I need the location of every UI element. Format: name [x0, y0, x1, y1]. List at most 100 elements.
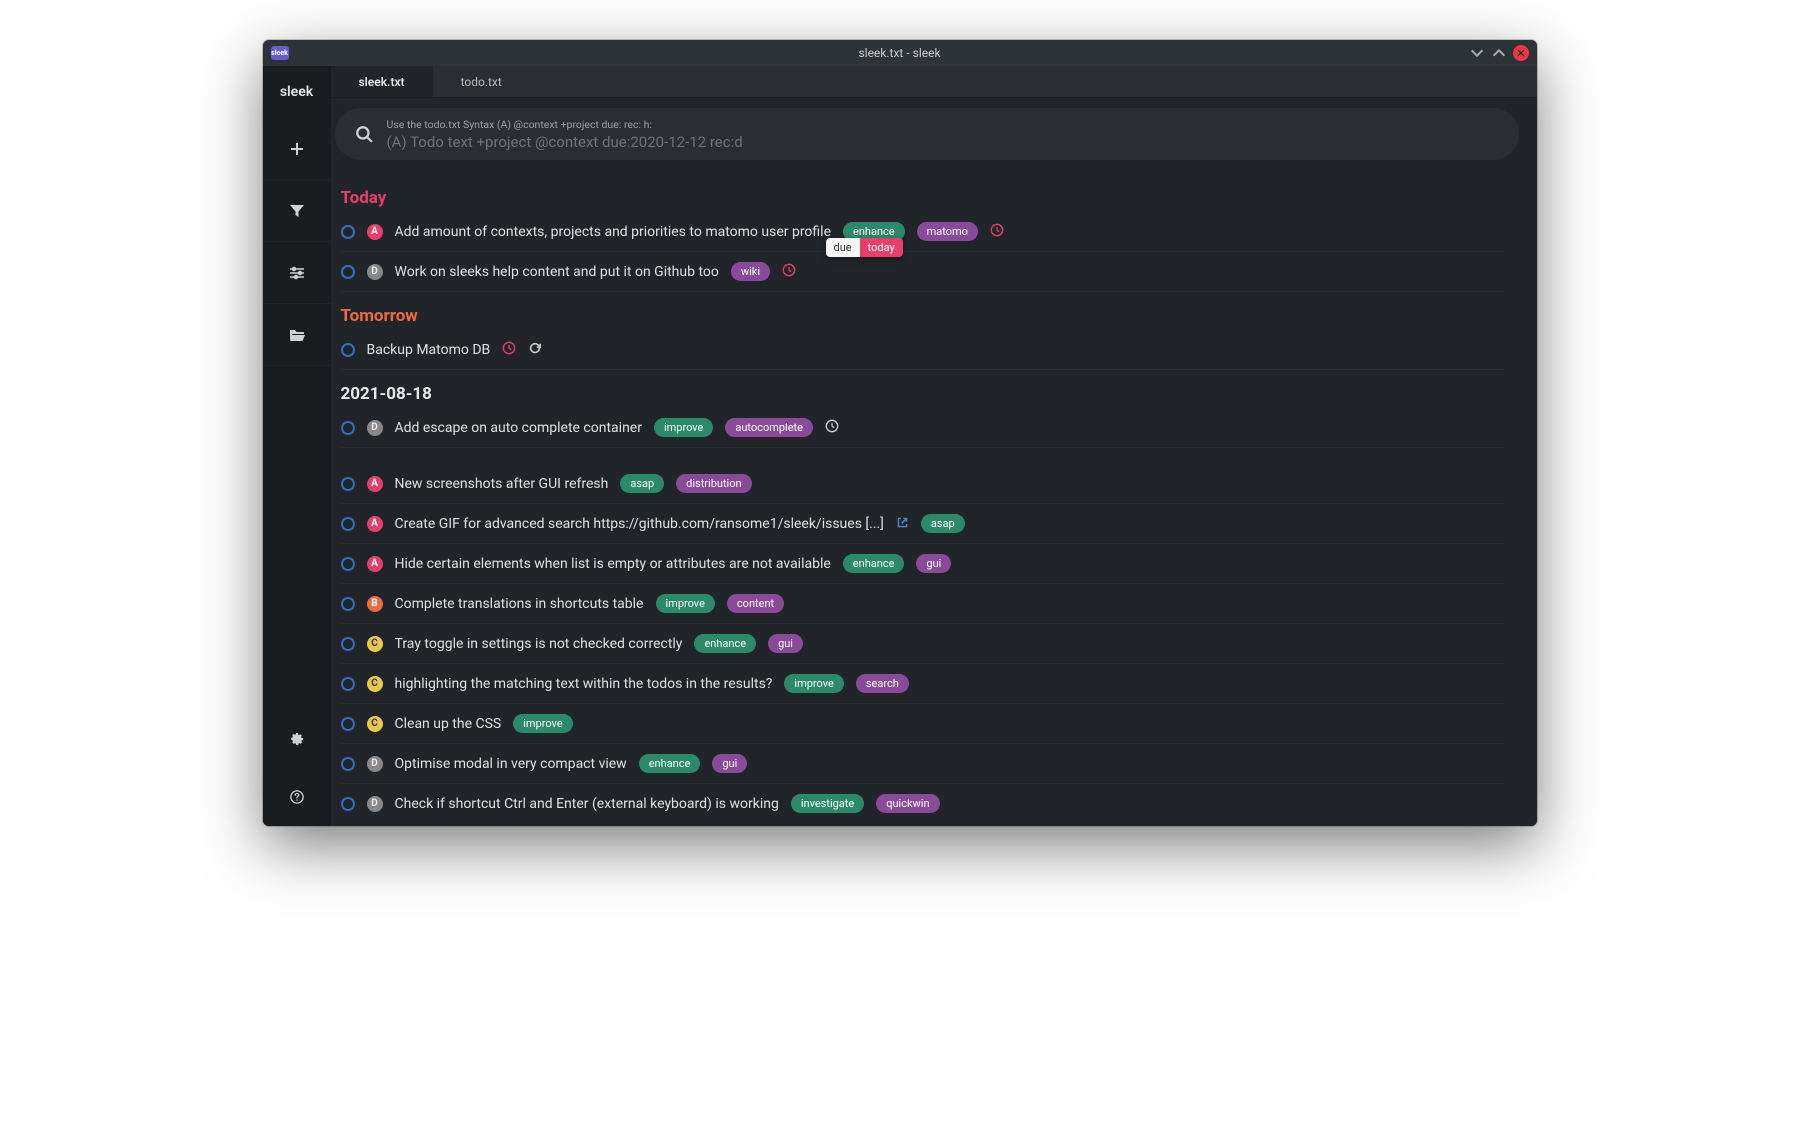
tag[interactable]: quickwin [876, 794, 939, 813]
tag[interactable]: improve [656, 594, 715, 613]
tag[interactable]: investigate [791, 794, 864, 813]
todo-checkbox[interactable] [341, 557, 355, 571]
due-icon [782, 262, 796, 281]
titlebar: sleek sleek.txt - sleek [263, 40, 1537, 66]
tag[interactable]: autocomplete [725, 418, 813, 437]
settings-button[interactable] [263, 710, 331, 768]
todo-list[interactable]: Today A Add amount of contexts, projects a… [331, 170, 1537, 826]
todo-row[interactable]: CTray toggle in settings is not checked … [341, 624, 1505, 664]
minimize-button[interactable] [1469, 45, 1485, 61]
todo-checkbox[interactable] [341, 517, 355, 531]
todo-checkbox[interactable] [341, 477, 355, 491]
priority-badge: A [367, 476, 383, 492]
external-link-icon[interactable] [896, 514, 909, 533]
group-header: Tomorrow [341, 306, 1505, 326]
todo-checkbox[interactable] [341, 343, 355, 357]
priority-badge: D [367, 420, 383, 436]
tag[interactable]: gui [712, 754, 747, 773]
tag[interactable]: enhance [639, 754, 701, 773]
priority-badge: C [367, 636, 383, 652]
due-tooltip: duetoday [826, 238, 903, 257]
tag[interactable]: distribution [676, 474, 751, 493]
todo-checkbox[interactable] [341, 797, 355, 811]
tag[interactable]: improve [513, 714, 572, 733]
due-label: due [826, 238, 860, 257]
group-header: 2021-08-18 [341, 384, 1505, 404]
tag[interactable]: content [727, 594, 784, 613]
todo-checkbox[interactable] [341, 717, 355, 731]
close-button[interactable] [1513, 45, 1529, 61]
todo-row[interactable]: Chighlighting the matching text within t… [341, 664, 1505, 704]
todo-checkbox[interactable] [341, 421, 355, 435]
main-panel: sleek.txttodo.txt Use the todo.txt Synta… [331, 66, 1537, 826]
todo-row[interactable]: B Complete translations in shortcuts tabl… [341, 584, 1505, 624]
priority-badge: C [367, 716, 383, 732]
priority-badge: D [367, 796, 383, 812]
tag[interactable]: wiki [731, 262, 770, 281]
window-title: sleek.txt - sleek [858, 46, 940, 60]
tag[interactable]: gui [916, 554, 951, 573]
tag[interactable]: asap [620, 474, 664, 493]
add-todo-button[interactable] [263, 118, 331, 180]
todo-row[interactable]: A Create GIF for advanced search https://… [341, 504, 1505, 544]
search-icon [355, 125, 373, 143]
priority-badge: A [367, 224, 383, 240]
todo-row[interactable]: A Add amount of contexts, projects and pr… [341, 212, 1505, 252]
tag[interactable]: asap [921, 514, 965, 533]
window-controls [1469, 45, 1529, 61]
todo-text: Backup Matomo DB [367, 342, 491, 358]
todo-row[interactable]: DAdd escape on auto complete containerim… [341, 408, 1505, 448]
todo-text: Add amount of contexts, projects and pri… [395, 224, 832, 240]
due-icon [825, 418, 839, 437]
maximize-button[interactable] [1491, 45, 1507, 61]
priority-badge: A [367, 516, 383, 532]
todo-row[interactable]: A New screenshots after GUI refresh asapdi… [341, 464, 1505, 504]
todo-text: Work on sleeks help content and put it o… [395, 264, 719, 280]
tag[interactable]: improve [784, 674, 843, 693]
tag[interactable]: matomo [917, 222, 978, 241]
todo-row[interactable]: CClean up the CSSimprove [341, 704, 1505, 744]
due-icon [990, 222, 1004, 241]
priority-badge: D [367, 264, 383, 280]
due-value: today [860, 238, 903, 257]
priority-badge: A [367, 556, 383, 572]
view-settings-button[interactable] [263, 242, 331, 304]
file-tab[interactable]: sleek.txt [331, 66, 433, 97]
todo-text: Hide certain elements when list is empty… [395, 556, 831, 572]
todo-text: Check if shortcut Ctrl and Enter (extern… [395, 796, 779, 812]
priority-badge: B [367, 596, 383, 612]
sidebar: sleek [263, 66, 331, 826]
todo-row[interactable]: D Check if shortcut Ctrl and Enter (exter… [341, 784, 1505, 823]
tag[interactable]: enhance [843, 554, 905, 573]
file-tab[interactable]: todo.txt [433, 66, 530, 97]
todo-text: Create GIF for advanced search https://g… [395, 516, 884, 532]
search-input[interactable]: Use the todo.txt Syntax (A) @context +pr… [335, 108, 1519, 160]
tag[interactable]: enhance [694, 634, 756, 653]
todo-row[interactable]: Backup Matomo DB [341, 330, 1505, 370]
todo-checkbox[interactable] [341, 757, 355, 771]
filter-button[interactable] [263, 180, 331, 242]
todo-checkbox[interactable] [341, 677, 355, 691]
todo-row[interactable]: duetodayDWork on sleeks help content and… [341, 252, 1505, 292]
open-file-button[interactable] [263, 304, 331, 366]
priority-badge: D [367, 756, 383, 772]
group-header: Today [341, 188, 1505, 208]
todo-text: Complete translations in shortcuts table [395, 596, 644, 612]
todo-checkbox[interactable] [341, 265, 355, 279]
todo-text: New screenshots after GUI refresh [395, 476, 609, 492]
todo-checkbox[interactable] [341, 225, 355, 239]
tag[interactable]: gui [768, 634, 803, 653]
help-button[interactable] [263, 768, 331, 826]
todo-checkbox[interactable] [341, 597, 355, 611]
todo-row[interactable]: DOptimise modal in very compact viewenha… [341, 744, 1505, 784]
todo-row[interactable]: A Hide certain elements when list is empt… [341, 544, 1505, 584]
recurrence-icon [528, 340, 542, 359]
search-placeholder: (A) Todo text +project @context due:2020… [387, 133, 743, 151]
file-tabs: sleek.txttodo.txt [331, 66, 1537, 98]
search-hint: Use the todo.txt Syntax (A) @context +pr… [387, 118, 743, 131]
tag[interactable]: improve [654, 418, 713, 437]
todo-checkbox[interactable] [341, 637, 355, 651]
app-logo: sleek [263, 66, 331, 118]
tag[interactable]: search [856, 674, 909, 693]
app-icon: sleek [271, 46, 289, 60]
